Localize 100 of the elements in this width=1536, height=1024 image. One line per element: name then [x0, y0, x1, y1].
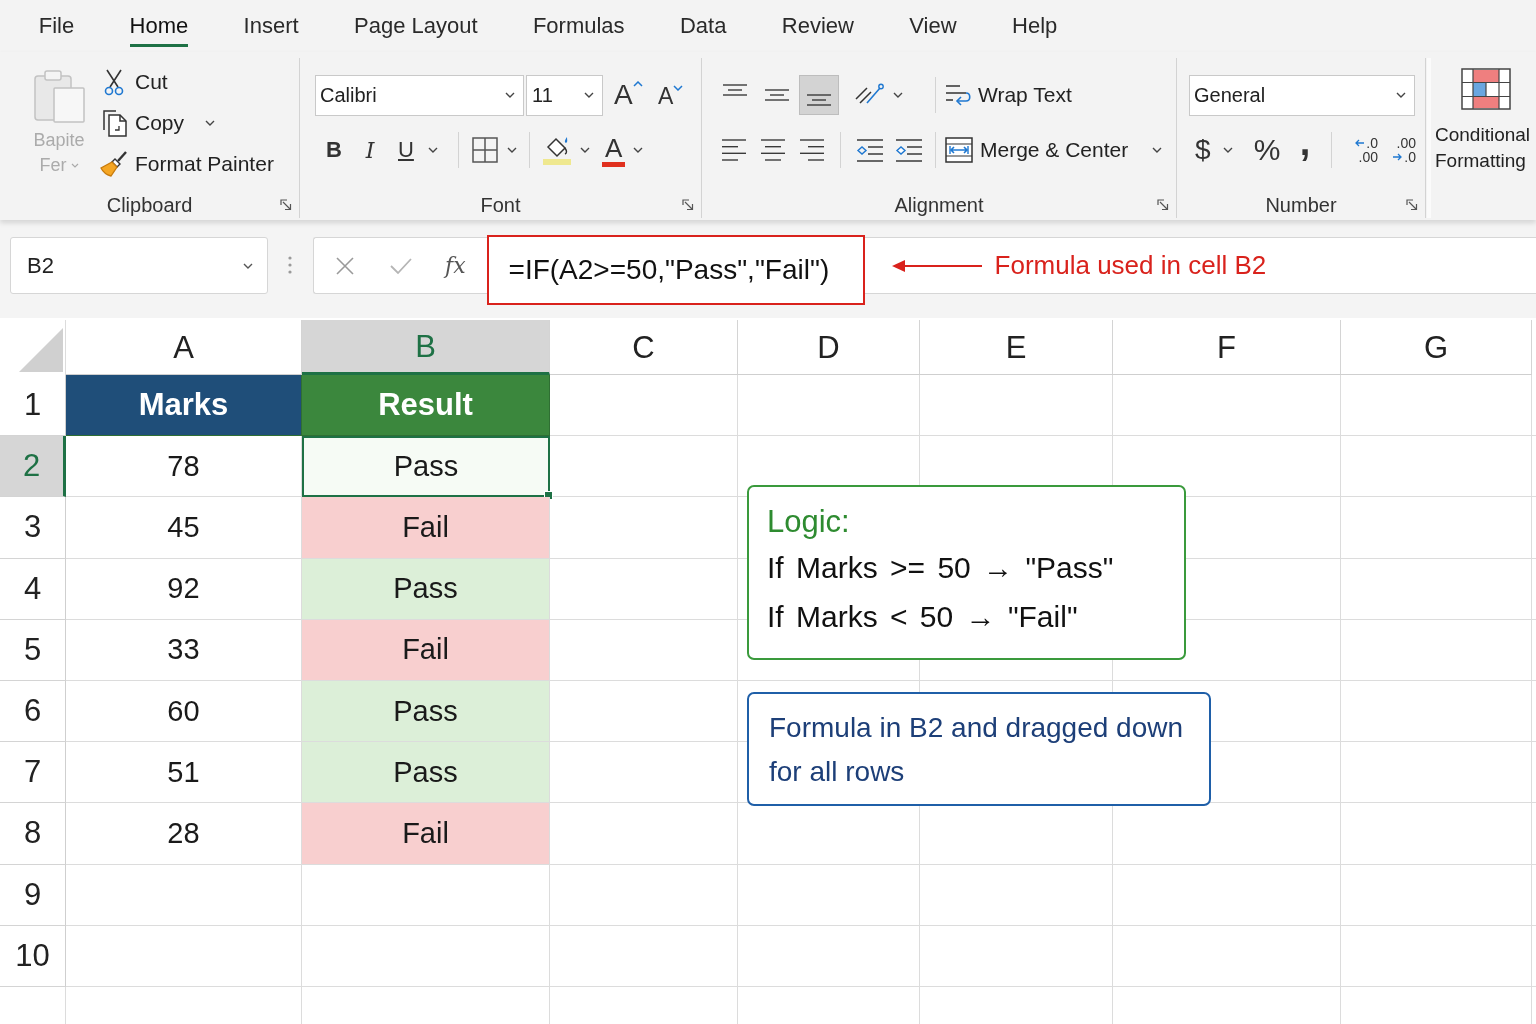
- align-bottom-icon: [806, 94, 832, 106]
- row-header[interactable]: 10: [0, 925, 66, 987]
- align-center-icon: [759, 139, 786, 161]
- table-cell: Pass: [302, 742, 550, 804]
- column-header[interactable]: G: [1341, 320, 1532, 375]
- row-header[interactable]: 5: [0, 619, 66, 681]
- annotation-text: Formula used in cell B2: [994, 250, 1267, 281]
- wrap-text-button[interactable]: Wrap Text: [944, 75, 1072, 115]
- caret-icon: [633, 147, 644, 153]
- left-arrow-icon: [1354, 139, 1366, 147]
- number-format-dropdown[interactable]: General: [1189, 74, 1415, 116]
- paintbrush-icon: [99, 149, 129, 178]
- group-label: Clipboard: [106, 193, 193, 217]
- align-left-icon: [720, 139, 747, 161]
- caret-icon: [1152, 147, 1163, 153]
- column-header[interactable]: B: [302, 320, 550, 375]
- font-name-dropdown[interactable]: Calibri: [315, 74, 524, 116]
- corner-arrow-icon[interactable]: [280, 199, 292, 211]
- group-label: Number: [1265, 193, 1337, 217]
- row-header[interactable]: 8: [0, 803, 66, 865]
- caret-icon: [584, 92, 594, 98]
- caret-icon: [507, 147, 517, 153]
- menu-tab[interactable]: Insert: [243, 0, 299, 47]
- bold-button[interactable]: B: [316, 130, 352, 170]
- left-arrow-icon: [891, 258, 982, 273]
- percent-button[interactable]: %: [1247, 130, 1287, 170]
- ellipsis-icon[interactable]: [288, 256, 292, 274]
- menu-tab[interactable]: Help: [1012, 0, 1058, 47]
- currency-button[interactable]: $: [1189, 130, 1247, 170]
- copy-icon: [100, 108, 128, 137]
- column-header[interactable]: D: [738, 320, 920, 375]
- clipboard-icon: [32, 68, 86, 124]
- font-color-button[interactable]: A: [598, 130, 648, 170]
- comma-button[interactable]: ,: [1287, 130, 1323, 170]
- format-painter-button[interactable]: Format Painter: [100, 143, 274, 184]
- name-box[interactable]: B2: [10, 237, 268, 294]
- corner-arrow-icon[interactable]: [682, 199, 694, 211]
- row-header[interactable]: 7: [0, 742, 66, 804]
- menu-tab[interactable]: Page Layout: [354, 0, 478, 47]
- table-cell: Fail: [302, 803, 550, 865]
- table-cell: Fail: [302, 497, 550, 559]
- caret-icon: [243, 262, 253, 269]
- corner-arrow-icon[interactable]: [1406, 199, 1418, 211]
- menu-tab[interactable]: File: [38, 0, 75, 47]
- grow-font-button[interactable]: A: [614, 75, 648, 115]
- column-header[interactable]: A: [66, 320, 302, 375]
- align-middle-icon: [764, 89, 790, 101]
- row-header[interactable]: 3: [0, 497, 66, 559]
- menu-tab[interactable]: View: [909, 0, 957, 47]
- menu-tab[interactable]: Review: [781, 0, 854, 47]
- menu-tab[interactable]: Formulas: [532, 0, 625, 47]
- cross-icon[interactable]: [335, 255, 355, 276]
- table-cell: Result: [302, 375, 550, 437]
- caret-icon: [893, 92, 903, 98]
- merge-center-button[interactable]: Merge & Center: [944, 130, 1163, 170]
- caret-icon: [1396, 92, 1406, 98]
- insert-function-button[interactable]: fx: [445, 253, 466, 278]
- copy-button[interactable]: Copy: [100, 102, 274, 143]
- caret-icon: [673, 85, 684, 91]
- column-header[interactable]: C: [550, 320, 738, 375]
- right-arrow-icon: [1392, 153, 1404, 161]
- italic-button[interactable]: I: [352, 130, 388, 170]
- cut-button[interactable]: Cut: [100, 61, 274, 102]
- corner-arrow-icon[interactable]: [1157, 199, 1169, 211]
- menu-tab[interactable]: Home: [129, 0, 189, 47]
- lines-diamond-icon: [855, 138, 884, 162]
- caret-icon: [580, 147, 590, 153]
- align-bottom-button[interactable]: [799, 75, 839, 115]
- decrease-decimal-button[interactable]: .00 .0: [1378, 130, 1416, 170]
- row-header[interactable]: 1: [0, 375, 66, 437]
- group-label: Alignment: [894, 193, 984, 217]
- table-cell: Fail: [302, 619, 550, 681]
- check-icon[interactable]: [389, 256, 413, 275]
- formula-field[interactable]: =IF(A2>=50,"Pass","Fail"): [486, 235, 865, 305]
- scissors-icon: [103, 67, 125, 96]
- grid-icon: [471, 136, 499, 164]
- note-line: If Marks < 50 → "Fail": [767, 599, 1079, 635]
- menu-tab[interactable]: Data: [679, 0, 727, 47]
- column-header[interactable]: E: [920, 320, 1113, 375]
- row-header[interactable]: 4: [0, 558, 66, 620]
- row-header[interactable]: 9: [0, 864, 66, 926]
- conditional-formatting-button[interactable]: Conditional Formatting: [1435, 58, 1536, 218]
- row-header[interactable]: 2: [0, 436, 66, 498]
- shrink-font-button[interactable]: A: [658, 75, 690, 115]
- note-text: Formula in B2 and dragged down for all rows: [769, 711, 1185, 789]
- caret-up-icon: [632, 81, 643, 87]
- table-cell: Pass: [302, 680, 550, 743]
- table-cell: Pass: [302, 436, 550, 498]
- underline-button[interactable]: U: [388, 130, 450, 170]
- merge-arrows-icon: [944, 136, 974, 164]
- table-cell: Pass: [302, 558, 550, 620]
- column-header[interactable]: F: [1113, 320, 1341, 375]
- align-right-icon: [798, 139, 825, 161]
- note-title: Logic:: [767, 503, 851, 541]
- caret-icon: [505, 92, 515, 98]
- increase-decimal-button[interactable]: .0 .00: [1340, 130, 1378, 170]
- font-size-dropdown[interactable]: 11: [526, 74, 603, 116]
- row-header[interactable]: 6: [0, 680, 66, 743]
- lines-diamond-icon: [894, 138, 923, 162]
- table-cell: Marks: [66, 375, 302, 437]
